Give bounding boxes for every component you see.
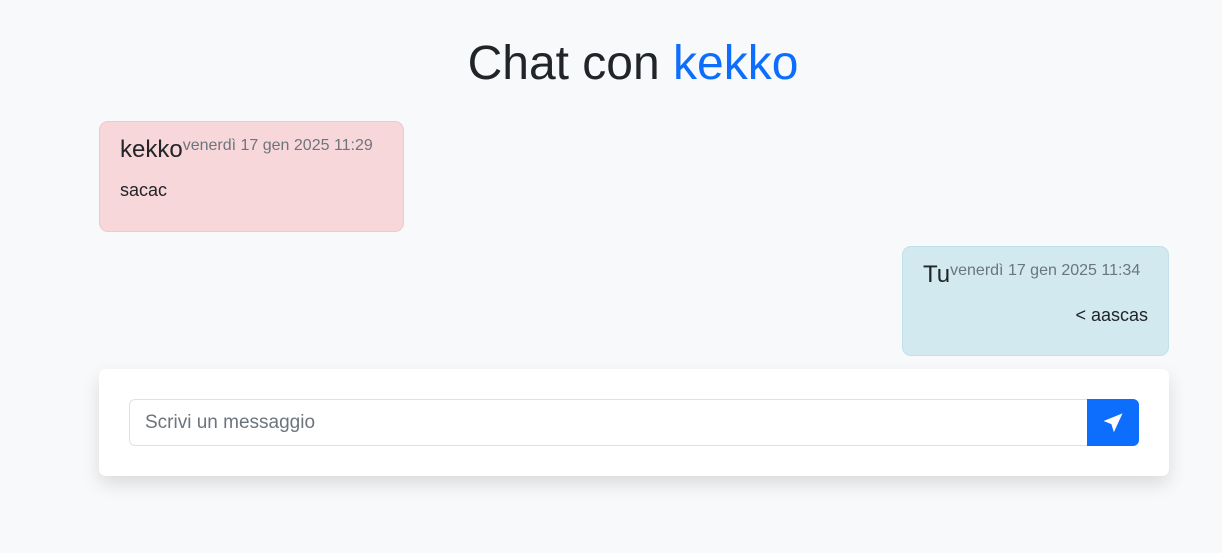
message-input[interactable]	[129, 399, 1087, 446]
chat-page: Chat con kekko kekko venerdì 17 gen 2025…	[0, 0, 1222, 553]
send-button[interactable]	[1087, 399, 1139, 446]
message-text: sacac	[120, 180, 168, 200]
message-sender: Tu	[923, 261, 951, 288]
send-arrow-icon	[1103, 412, 1123, 433]
message-received: kekko venerdì 17 gen 2025 11:29 sacac	[99, 121, 404, 232]
page-title: Chat con kekko	[0, 34, 1222, 94]
message-header: kekko venerdì 17 gen 2025 11:29	[120, 136, 383, 164]
message-sender: kekko	[120, 136, 183, 163]
message-timestamp: venerdì 17 gen 2025 11:34	[950, 262, 1141, 279]
page-title-contact: kekko	[673, 37, 799, 90]
message-composer	[99, 369, 1169, 476]
message-sent: Tu venerdì 17 gen 2025 11:34 < aascas	[902, 246, 1169, 356]
message-header: Tu venerdì 17 gen 2025 11:34	[923, 261, 1148, 289]
message-text: < aascas	[1075, 305, 1148, 325]
page-title-prefix: Chat con	[467, 37, 674, 90]
message-input-group	[129, 399, 1139, 446]
message-timestamp: venerdì 17 gen 2025 11:29	[182, 137, 373, 154]
